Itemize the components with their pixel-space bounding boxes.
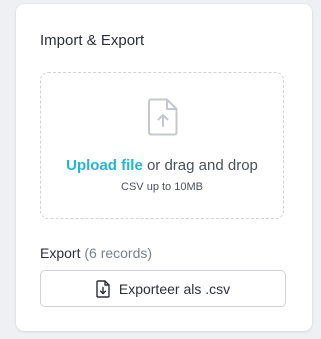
- card-title: Import & Export: [40, 32, 145, 49]
- file-download-icon: [96, 279, 110, 298]
- export-button-label: Exporteer als .csv: [118, 280, 231, 297]
- export-heading: Export (6 records): [40, 245, 152, 261]
- export-label: Export: [40, 245, 81, 261]
- import-export-card: Import & Export Upload file or drag and …: [16, 4, 312, 331]
- file-upload-icon: [148, 98, 178, 136]
- drag-drop-text: or drag and drop: [142, 157, 258, 174]
- upload-file-link[interactable]: Upload file: [66, 157, 143, 174]
- file-size-hint: CSV up to 10MB: [121, 181, 203, 193]
- upload-instructions: Upload file or drag and drop: [41, 157, 283, 174]
- export-record-count: (6 records): [84, 245, 153, 261]
- upload-dropzone[interactable]: Upload file or drag and drop CSV up to 1…: [40, 72, 284, 219]
- export-csv-button[interactable]: Exporteer als .csv: [40, 270, 286, 307]
